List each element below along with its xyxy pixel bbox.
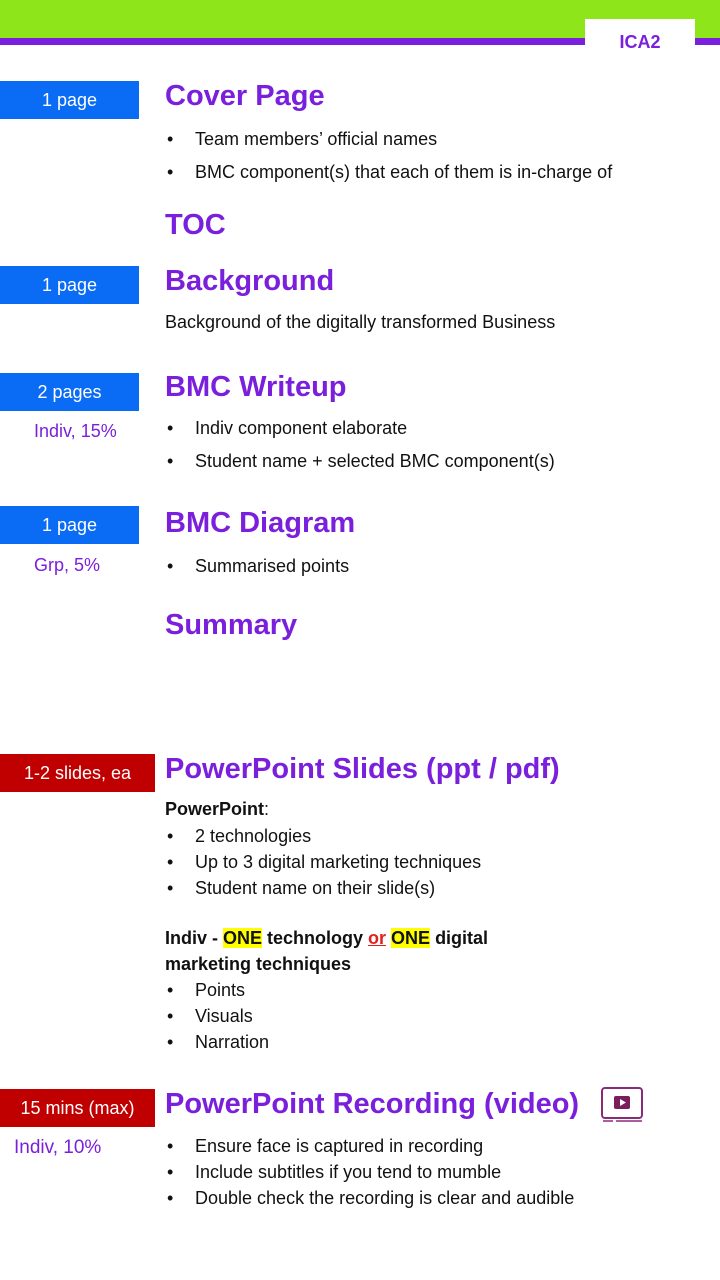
recording-badge: 15 mins (max) <box>0 1089 155 1127</box>
slides-label: PowerPoint: <box>165 799 269 820</box>
recording-title: PowerPoint Recording (video) <box>165 1088 580 1120</box>
slides-list: 2 technologies Up to 3 digital marketing… <box>165 825 481 903</box>
indiv-text: Indiv - <box>165 928 223 948</box>
toc-title: TOC <box>165 209 226 241</box>
indiv-text: technology <box>262 928 369 948</box>
diagram-title: BMC Diagram <box>165 507 356 539</box>
list-item: Indiv component elaborate <box>165 417 555 450</box>
slides-title: PowerPoint Slides (ppt / pdf) <box>165 753 560 785</box>
list-item: Ensure face is captured in recording <box>165 1135 574 1161</box>
writeup-list: Indiv component elaborate Student name +… <box>165 417 555 483</box>
list-item: Team members’ official names <box>165 128 612 161</box>
assignment-tag: ICA2 <box>585 19 695 61</box>
list-item: Double check the recording is clear and … <box>165 1187 574 1213</box>
list-item: Student name on their slide(s) <box>165 877 481 903</box>
list-item: BMC component(s) that each of them is in… <box>165 161 612 194</box>
background-badge: 1 page <box>0 266 139 304</box>
recording-weight: Indiv, 10% <box>14 1137 102 1158</box>
cover-page-list: Team members’ official names BMC compone… <box>165 128 612 194</box>
slides-label-text: PowerPoint <box>165 799 265 819</box>
summary-title: Summary <box>165 609 298 641</box>
background-title: Background <box>165 265 335 297</box>
highlight-one: ONE <box>223 928 263 948</box>
list-item: Summarised points <box>165 555 349 588</box>
indiv-text: digital <box>430 928 489 948</box>
list-item: Up to 3 digital marketing techniques <box>165 851 481 877</box>
slides-badge: 1-2 slides, ea <box>0 754 155 792</box>
highlight-one: ONE <box>391 928 431 948</box>
indiv-list: Points Visuals Narration <box>165 979 269 1057</box>
or-emphasis: or <box>368 928 387 948</box>
cover-page-badge: 1 page <box>0 81 139 119</box>
list-item: Narration <box>165 1031 269 1057</box>
list-item: 2 technologies <box>165 825 481 851</box>
writeup-badge: 2 pages <box>0 373 139 411</box>
list-item: Student name + selected BMC component(s) <box>165 450 555 483</box>
indiv-instruction-line-2: marketing techniques <box>165 954 352 974</box>
diagram-badge: 1 page <box>0 506 139 544</box>
video-play-icon <box>601 1087 643 1122</box>
diagram-list: Summarised points <box>165 555 349 588</box>
writeup-title: BMC Writeup <box>165 371 347 403</box>
list-item: Include subtitles if you tend to mumble <box>165 1161 574 1187</box>
background-text: Background of the digitally transformed … <box>165 312 556 332</box>
diagram-weight: Grp, 5% <box>34 555 101 575</box>
recording-list: Ensure face is captured in recording Inc… <box>165 1135 574 1213</box>
list-item: Points <box>165 979 269 1005</box>
indiv-instruction-line-1: Indiv - ONE technology or ONE digital <box>165 928 488 949</box>
writeup-weight: Indiv, 15% <box>34 421 117 441</box>
cover-page-title: Cover Page <box>165 80 325 112</box>
slides-label-colon: : <box>264 799 270 819</box>
list-item: Visuals <box>165 1005 269 1031</box>
